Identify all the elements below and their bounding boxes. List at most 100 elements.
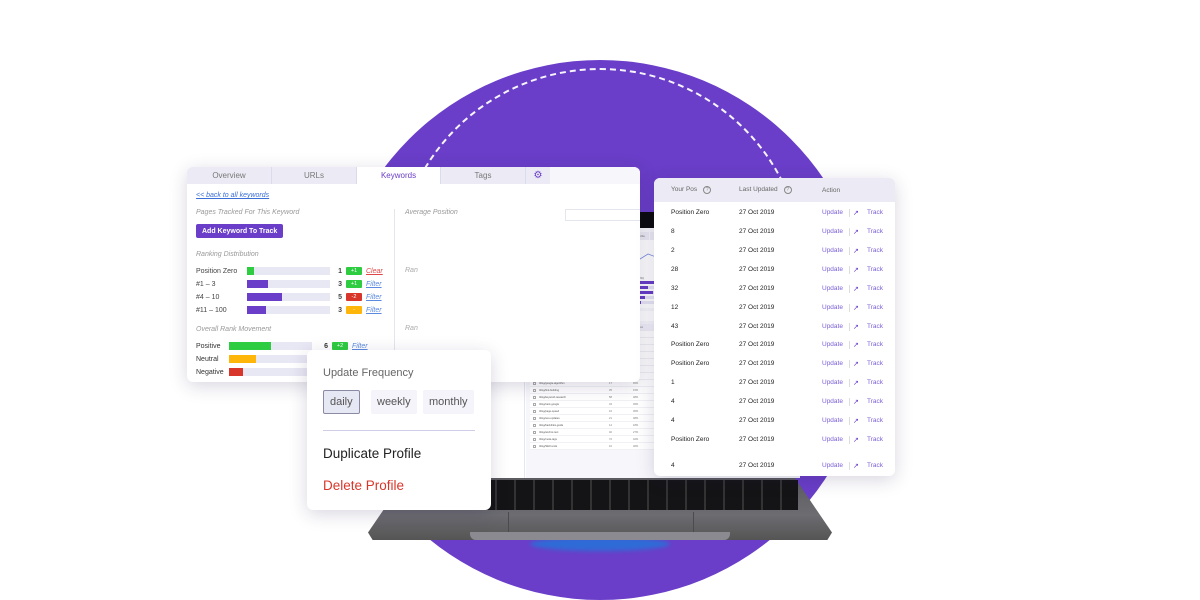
help-icon[interactable]: ?: [783, 186, 792, 194]
update-link[interactable]: Update: [822, 209, 843, 216]
filter-link[interactable]: Filter: [352, 343, 368, 350]
page-title[interactable]: /blog/keyword-research: [539, 396, 609, 399]
row-checkbox[interactable]: [533, 430, 536, 434]
movement-label: Neutral: [196, 355, 219, 363]
frequency-monthly-button[interactable]: monthly: [423, 390, 474, 414]
change-badge: +1: [346, 280, 362, 288]
update-link[interactable]: Update: [822, 462, 843, 469]
tab-overview[interactable]: Overview: [187, 167, 272, 184]
page-title[interactable]: /blog/link-building: [539, 389, 609, 392]
page-title[interactable]: /blog/page-speed: [539, 410, 609, 413]
page-title[interactable]: /blog/SEO-tools: [539, 445, 609, 448]
filter-link[interactable]: Filter: [366, 307, 382, 314]
last-updated-cell: 27 Oct 2019: [739, 304, 775, 311]
row-checkbox[interactable]: [533, 437, 536, 441]
distribution-label: #11 – 100: [196, 306, 227, 314]
tab-keywords[interactable]: Keywords: [357, 167, 441, 184]
filter-link[interactable]: Filter: [366, 281, 382, 288]
update-link[interactable]: Update: [822, 417, 843, 424]
table-row: Position Zero 27 Oct 2019 Update ↗ Track: [654, 203, 895, 222]
change-badge: +2: [332, 342, 348, 350]
update-link[interactable]: Update: [822, 266, 843, 273]
links-count: 21: [609, 416, 612, 420]
track-link[interactable]: Track: [867, 228, 883, 235]
table-row: 12 27 Oct 2019 Update ↗ Track: [654, 298, 895, 317]
trend-up-icon: ↗: [853, 462, 859, 470]
row-checkbox[interactable]: [533, 409, 536, 413]
distribution-row: Position Zero 1 +1 Clear: [196, 265, 383, 277]
track-link[interactable]: Track: [867, 379, 883, 386]
row-checkbox[interactable]: [533, 395, 536, 399]
track-link[interactable]: Track: [867, 304, 883, 311]
row-checkbox[interactable]: [533, 388, 536, 392]
filter-link[interactable]: Filter: [366, 294, 382, 301]
last-updated-cell: 27 Oct 2019: [739, 209, 775, 216]
row-checkbox[interactable]: [533, 402, 536, 406]
back-to-keywords-link[interactable]: << back to all keywords: [196, 192, 269, 199]
row-checkbox[interactable]: [533, 416, 536, 420]
update-link[interactable]: Update: [822, 379, 843, 386]
update-link[interactable]: Update: [822, 398, 843, 405]
track-link[interactable]: Track: [867, 360, 883, 367]
update-link[interactable]: Update: [822, 304, 843, 311]
trend-up-icon: ↗: [853, 398, 859, 406]
track-link[interactable]: Track: [867, 436, 883, 443]
page-title[interactable]: /blog/backlinks-guide: [539, 424, 609, 427]
page-title[interactable]: /blog/anchor-text: [539, 431, 609, 434]
header-last-updated-label[interactable]: Last Updated: [739, 186, 778, 193]
clear-link[interactable]: Clear: [366, 268, 383, 275]
track-link[interactable]: Track: [867, 266, 883, 273]
page-title[interactable]: /blog/meta-tags: [539, 438, 609, 441]
row-checkbox[interactable]: [533, 423, 536, 427]
change-badge: -: [346, 306, 362, 314]
links-count: 34: [609, 402, 612, 406]
trend-up-icon: ↗: [853, 379, 859, 387]
frequency-daily-button[interactable]: daily: [323, 390, 360, 414]
table-row: 2 27 Oct 2019 Update ↗ Track: [654, 241, 895, 260]
page-title[interactable]: /blog/seo-updates: [539, 417, 609, 420]
trend-up-icon: ↗: [853, 228, 859, 236]
track-link[interactable]: Track: [867, 341, 883, 348]
position-cell: 28: [671, 266, 679, 273]
help-icon[interactable]: ?: [703, 186, 712, 194]
position-cell: Position Zero: [671, 436, 710, 443]
profile-menu: Update Frequency daily weekly monthly Du…: [307, 350, 491, 510]
tab-urls[interactable]: URLs: [272, 167, 357, 184]
ranking-distribution-title: Ranking Distribution: [196, 251, 259, 258]
position-cell: 32: [671, 285, 679, 292]
trend-up-icon: ↗: [853, 285, 859, 293]
gear-icon[interactable]: ⚙: [526, 167, 550, 184]
track-link[interactable]: Track: [867, 247, 883, 254]
bar-fill: [638, 281, 655, 284]
average-position-label: Average Position: [405, 209, 458, 216]
add-keyword-button[interactable]: Add Keyword To Track: [196, 224, 284, 238]
frequency-weekly-button[interactable]: weekly: [371, 390, 417, 414]
tab-tags[interactable]: Tags: [441, 167, 526, 184]
table-row: 8 27 Oct 2019 Update ↗ Track: [654, 222, 895, 241]
action-separator: [849, 227, 850, 236]
delete-profile-item[interactable]: Delete Profile: [323, 478, 404, 493]
distribution-bar-track: [247, 293, 330, 301]
distribution-row: #4 – 10 5 -2 Filter: [196, 291, 382, 303]
track-link[interactable]: Track: [867, 323, 883, 330]
page-title[interactable]: /blog/rank-google: [539, 403, 609, 406]
update-link[interactable]: Update: [822, 228, 843, 235]
update-link[interactable]: Update: [822, 341, 843, 348]
action-separator: [849, 303, 850, 312]
track-link[interactable]: Track: [867, 209, 883, 216]
last-updated-cell: 27 Oct 2019: [739, 228, 775, 235]
track-link[interactable]: Track: [867, 462, 883, 469]
update-link[interactable]: Update: [822, 323, 843, 330]
links-count: 10: [609, 444, 612, 448]
update-link[interactable]: Update: [822, 285, 843, 292]
track-link[interactable]: Track: [867, 285, 883, 292]
duplicate-profile-item[interactable]: Duplicate Profile: [323, 446, 421, 461]
rank-movement-title: Overall Rank Movement: [196, 326, 272, 333]
update-link[interactable]: Update: [822, 436, 843, 443]
update-link[interactable]: Update: [822, 360, 843, 367]
header-your-pos-label[interactable]: Your Pos: [671, 186, 697, 193]
track-link[interactable]: Track: [867, 398, 883, 405]
update-link[interactable]: Update: [822, 247, 843, 254]
row-checkbox[interactable]: [533, 444, 536, 448]
track-link[interactable]: Track: [867, 417, 883, 424]
